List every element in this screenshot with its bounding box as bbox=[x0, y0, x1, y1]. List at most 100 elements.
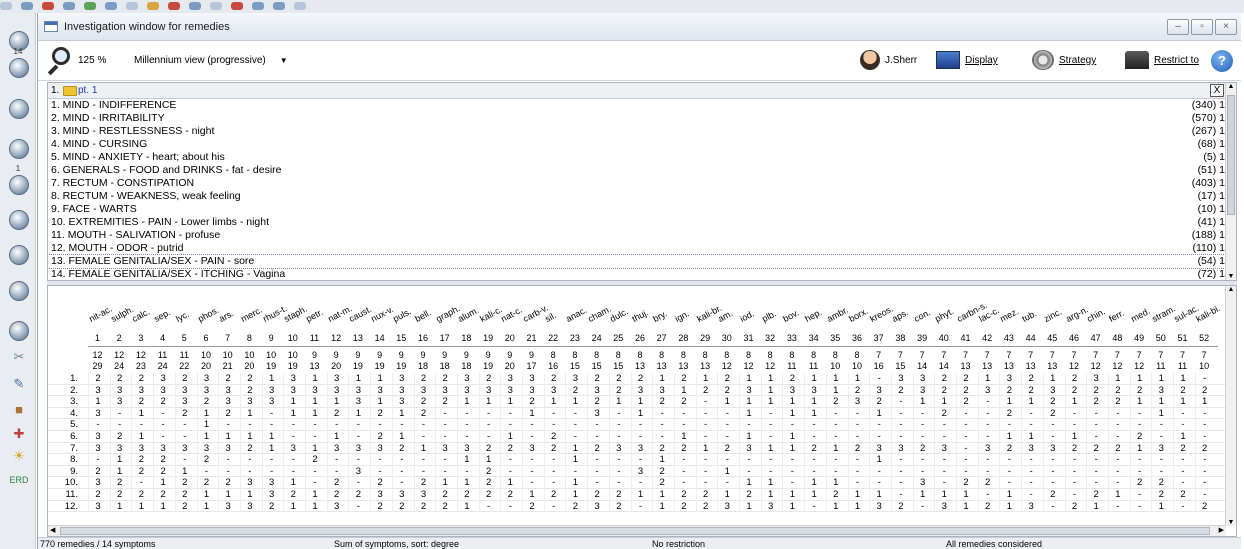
grid-cell[interactable]: 2 bbox=[1194, 500, 1214, 513]
grid-cell[interactable]: 1 bbox=[565, 454, 584, 466]
grid-cell[interactable]: 3 bbox=[435, 384, 454, 397]
grid-row[interactable]: 6. 3 2 1- -1 1 1 1- -1-2 1- - - -1-2- - - - -1- -1-1- - - - -… bbox=[48, 430, 1226, 443]
grid-cell[interactable]: - bbox=[174, 454, 194, 466]
grid-cell[interactable]: 3 bbox=[153, 442, 172, 455]
grid-cell[interactable]: 2 bbox=[673, 488, 693, 501]
grid-cell[interactable]: - bbox=[565, 407, 584, 420]
grid-cell[interactable]: 1 bbox=[565, 442, 584, 455]
grid-cell[interactable]: - bbox=[500, 419, 519, 431]
grid-cell[interactable]: - bbox=[1064, 477, 1084, 489]
grid-cell[interactable]: 3 bbox=[478, 384, 498, 397]
grid-cell[interactable]: - bbox=[543, 454, 563, 466]
grid-cell[interactable]: 1 bbox=[261, 373, 281, 385]
grid-row[interactable]: 8. -1 2 2-2- - - -2- - - - - -1 1- - -1- - -1- - - - - - - - -1-… bbox=[48, 454, 1226, 466]
grid-cell[interactable]: 1 bbox=[1151, 396, 1170, 408]
grid-cell[interactable]: 2 bbox=[370, 430, 389, 443]
grid-cell[interactable]: - bbox=[695, 407, 715, 420]
grid-cell[interactable]: 1 bbox=[1129, 396, 1149, 408]
grid-cell[interactable]: 1 bbox=[934, 488, 953, 501]
grid-cell[interactable]: 2 bbox=[717, 442, 736, 455]
grid-cell[interactable]: - bbox=[370, 454, 389, 466]
grid-cell[interactable]: 1 bbox=[999, 430, 1018, 443]
maximize-button[interactable]: ▫ bbox=[1191, 19, 1213, 35]
grid-cell[interactable]: 1 bbox=[934, 396, 953, 408]
grid-cell[interactable]: - bbox=[956, 407, 975, 420]
grid-cell[interactable]: 3 bbox=[174, 442, 194, 455]
grid-cell[interactable]: - bbox=[652, 430, 671, 443]
repertory-icon[interactable] bbox=[9, 99, 29, 119]
grid-cell[interactable]: 3 bbox=[739, 384, 758, 397]
grid-cell[interactable]: - bbox=[413, 465, 433, 478]
grid-cell[interactable]: 2 bbox=[543, 430, 563, 443]
grid-cell[interactable]: 2 bbox=[630, 373, 650, 385]
grid-cell[interactable]: 3 bbox=[522, 384, 541, 397]
grid-cell[interactable]: - bbox=[1173, 454, 1192, 466]
grid-cell[interactable]: - bbox=[587, 477, 606, 489]
grid-cell[interactable]: - bbox=[804, 500, 823, 513]
grid-cell[interactable]: 2 bbox=[1042, 396, 1062, 408]
grid-cell[interactable]: 3 bbox=[1042, 442, 1062, 455]
grid-cell[interactable]: 1 bbox=[1129, 373, 1149, 385]
grid-cell[interactable]: 3 bbox=[283, 442, 302, 455]
grid-cell[interactable]: 2 bbox=[435, 396, 454, 408]
grid-cell[interactable]: - bbox=[153, 407, 172, 420]
grid-cell[interactable]: - bbox=[1086, 407, 1105, 420]
grid-cell[interactable]: 2 bbox=[1107, 442, 1127, 455]
scroll-thumb[interactable] bbox=[1227, 95, 1235, 215]
grid-cell[interactable]: - bbox=[652, 419, 671, 431]
grid-cell[interactable]: 1 bbox=[760, 396, 780, 408]
grid-cell[interactable]: - bbox=[348, 477, 367, 489]
grid-cell[interactable]: 1 bbox=[999, 396, 1018, 408]
grid-cell[interactable]: - bbox=[977, 488, 997, 501]
grid-cell[interactable]: - bbox=[1042, 454, 1062, 466]
grid-cell[interactable]: - bbox=[174, 419, 194, 431]
grid-cell[interactable]: - bbox=[1151, 454, 1170, 466]
grid-cell[interactable]: 1 bbox=[673, 384, 693, 397]
grid-cell[interactable]: 2 bbox=[109, 373, 129, 385]
grid-cell[interactable]: 2 bbox=[956, 384, 975, 397]
grid-cell[interactable]: 1 bbox=[131, 430, 150, 443]
grid-cell[interactable]: - bbox=[717, 419, 736, 431]
grid-cell[interactable]: 1 bbox=[760, 488, 780, 501]
grid-cell[interactable]: 3 bbox=[391, 396, 411, 408]
grid-cell[interactable]: 1 bbox=[456, 396, 476, 408]
scroll-up-icon[interactable]: ▲ bbox=[1226, 83, 1236, 90]
grid-cell[interactable]: 2 bbox=[1064, 373, 1084, 385]
grid-cell[interactable]: 1 bbox=[695, 373, 715, 385]
grid-cell[interactable]: 2 bbox=[934, 373, 953, 385]
grid-cell[interactable]: - bbox=[413, 419, 433, 431]
grid-cell[interactable]: 2 bbox=[109, 488, 129, 501]
grid-cell[interactable]: 2 bbox=[999, 442, 1018, 455]
grid-cell[interactable]: - bbox=[890, 477, 910, 489]
grid-cell[interactable]: 1 bbox=[782, 396, 801, 408]
grid-cell[interactable]: - bbox=[1173, 407, 1192, 420]
grid-cell[interactable]: - bbox=[218, 454, 237, 466]
grid-cell[interactable]: - bbox=[456, 407, 476, 420]
grid-cell[interactable]: - bbox=[695, 396, 715, 408]
grid-cell[interactable]: - bbox=[348, 419, 367, 431]
grid-cell[interactable]: - bbox=[1107, 419, 1127, 431]
grid-cell[interactable]: 2 bbox=[109, 430, 129, 443]
grid-cell[interactable]: - bbox=[587, 430, 606, 443]
grid-cell[interactable]: - bbox=[630, 430, 650, 443]
grid-cell[interactable]: 1 bbox=[1021, 430, 1040, 443]
grid-cell[interactable]: 3 bbox=[934, 442, 953, 455]
rubric-row[interactable]: 8. RECTUM - WEAKNESS, weak feeling (17) 1 bbox=[48, 190, 1227, 203]
grid-cell[interactable]: - bbox=[977, 419, 997, 431]
grid-cell[interactable]: - bbox=[543, 419, 563, 431]
grid-cell[interactable]: - bbox=[522, 419, 541, 431]
grid-cell[interactable]: 2 bbox=[522, 500, 541, 513]
grid-cell[interactable]: 3 bbox=[131, 442, 150, 455]
grid-cell[interactable]: 2 bbox=[478, 488, 498, 501]
grid-cell[interactable]: 3 bbox=[717, 500, 736, 513]
grid-cell[interactable]: 1 bbox=[847, 488, 867, 501]
grid-cell[interactable]: 3 bbox=[522, 373, 541, 385]
grid-cell[interactable]: - bbox=[1021, 419, 1040, 431]
rubric-row[interactable]: 14. FEMALE GENITALIA/SEX - ITCHING - Vag… bbox=[48, 268, 1227, 280]
grid-cell[interactable]: - bbox=[890, 488, 910, 501]
grid-cell[interactable]: 2 bbox=[413, 500, 433, 513]
grid-cell[interactable]: 1 bbox=[1173, 373, 1192, 385]
grid-cell[interactable]: 3 bbox=[239, 396, 259, 408]
close-button[interactable]: × bbox=[1215, 19, 1237, 35]
remedy-name[interactable]: ign. bbox=[673, 308, 691, 324]
